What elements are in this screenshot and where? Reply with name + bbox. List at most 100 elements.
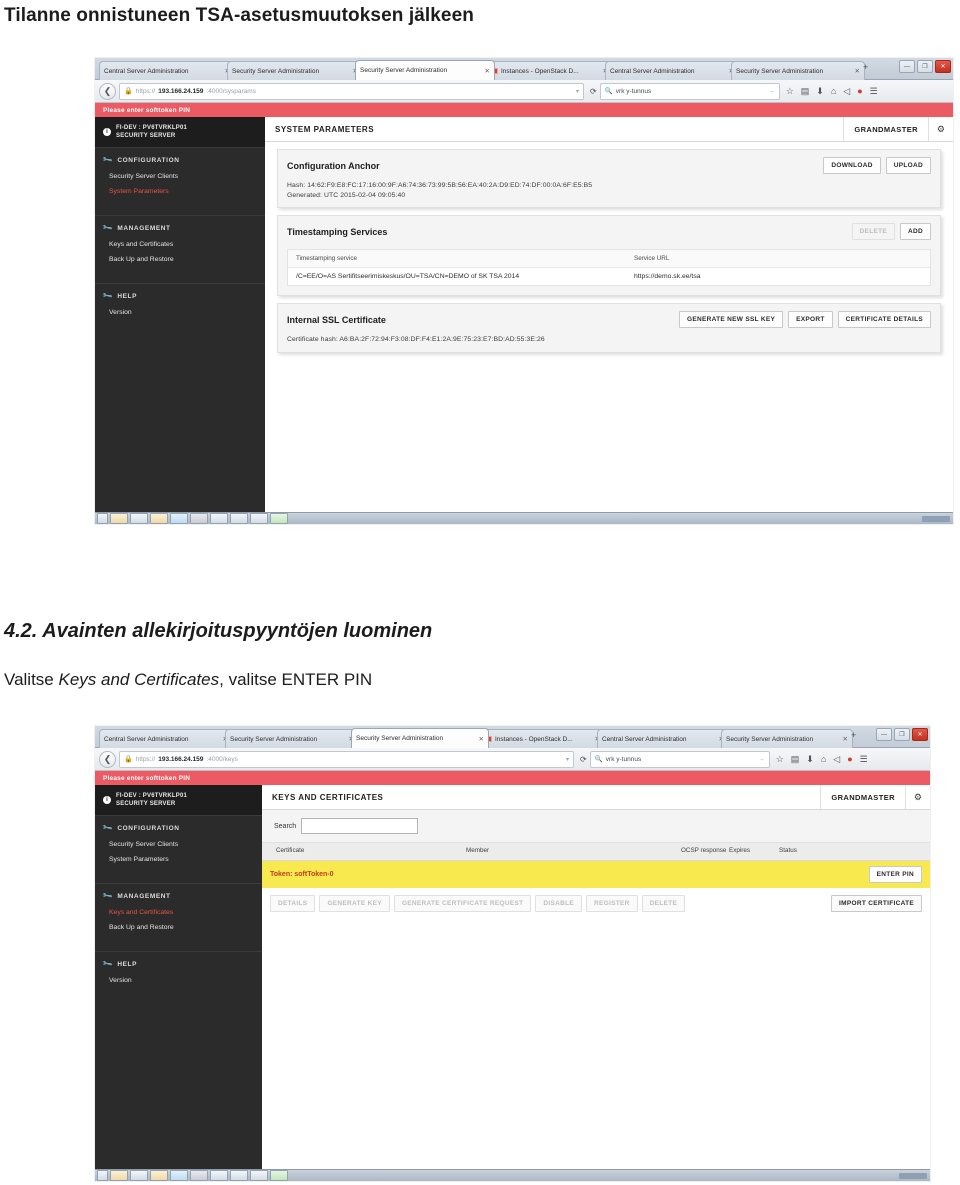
user-menu[interactable]: GRANDMASTER <box>820 785 905 809</box>
reload-icon[interactable]: ⟳ <box>577 755 590 764</box>
taskbar-item-icon[interactable] <box>110 1170 128 1181</box>
taskbar-item-icon[interactable] <box>210 513 228 524</box>
send-icon[interactable]: ◁ <box>843 86 850 97</box>
taskbar-item-icon[interactable] <box>270 513 288 524</box>
download-button[interactable]: DOWNLOAD <box>823 157 881 174</box>
back-button-icon[interactable]: ❮ <box>99 750 116 768</box>
sidebar-item-keys-and-certificates[interactable]: Keys and Certificates <box>95 905 262 920</box>
taskbar-item-icon[interactable] <box>230 513 248 524</box>
taskbar-item-icon[interactable] <box>150 1170 168 1181</box>
maximize-button[interactable]: ❐ <box>917 60 933 73</box>
search-input[interactable]: 🔍 vrk y-tunnus → <box>589 750 770 768</box>
taskbar-item-icon[interactable] <box>110 513 128 524</box>
generate-certificate-request-button[interactable]: GENERATE CERTIFICATE REQUEST <box>393 894 532 912</box>
browser-tab-3-active[interactable]: Security Server Administration ✕ <box>355 60 495 80</box>
generate-new-ssl-key-button[interactable]: GENERATE NEW SSL KEY <box>679 311 784 328</box>
browser-tab-4[interactable]: Instances - OpenStack D... ✕ <box>487 61 613 80</box>
sidebar-item-back-up-and-restore[interactable]: Back Up and Restore <box>95 252 265 267</box>
search-go-icon[interactable]: → <box>768 88 775 95</box>
enter-pin-button[interactable]: ENTER PIN <box>868 865 922 883</box>
reload-icon[interactable]: ⟳ <box>587 87 600 96</box>
url-address-bar[interactable]: 🔒 https:// 193.166.24.159 :4000/sysparam… <box>119 82 584 100</box>
url-dropdown-caret-icon[interactable]: ▾ <box>576 88 579 95</box>
certificate-details-button[interactable]: CERTIFICATE DETAILS <box>837 311 931 328</box>
register-button[interactable]: REGISTER <box>586 894 638 912</box>
taskbar-start-icon[interactable] <box>97 1170 108 1181</box>
sidebar-item-keys-and-certificates[interactable]: Keys and Certificates <box>95 237 265 252</box>
import-certificate-button[interactable]: IMPORT CERTIFICATE <box>831 894 922 912</box>
menu-icon[interactable]: ☰ <box>860 754 868 765</box>
taskbar-item-icon[interactable] <box>250 513 268 524</box>
tab-close-icon[interactable]: ✕ <box>482 67 490 75</box>
sidebar-item-system-parameters[interactable]: System Parameters <box>95 184 265 199</box>
sidebar-item-security-server-clients[interactable]: Security Server Clients <box>95 837 262 852</box>
export-button[interactable]: EXPORT <box>788 311 833 328</box>
back-button-icon[interactable]: ❮ <box>99 82 116 100</box>
menu-icon[interactable]: ☰ <box>870 86 878 97</box>
taskbar-item-icon[interactable] <box>190 1170 208 1181</box>
tab-close-icon[interactable]: ✕ <box>840 735 848 743</box>
gear-icon[interactable]: ⚙ <box>927 117 953 141</box>
details-button[interactable]: DETAILS <box>270 894 316 912</box>
taskbar-item-icon[interactable] <box>270 1170 288 1181</box>
minimize-button[interactable]: — <box>899 60 915 73</box>
minimize-button[interactable]: — <box>876 728 892 741</box>
browser-tab-1[interactable]: Central Server Administration ✕ <box>99 61 235 80</box>
browser-tab-1[interactable]: Central Server Administration ✕ <box>99 729 233 748</box>
delete-button[interactable]: DELETE <box>641 894 686 912</box>
sidebar-item-security-server-clients[interactable]: Security Server Clients <box>95 169 265 184</box>
browser-tab-2[interactable]: Security Server Administration ✕ <box>225 729 359 748</box>
sidebar-item-system-parameters[interactable]: System Parameters <box>95 852 262 867</box>
taskbar-start-icon[interactable] <box>97 513 108 524</box>
bookmark-star-icon[interactable]: ☆ <box>776 754 784 765</box>
pocket-icon[interactable]: ● <box>857 86 862 96</box>
search-go-icon[interactable]: → <box>758 756 765 763</box>
close-window-button[interactable]: ✕ <box>935 60 951 73</box>
taskbar-item-icon[interactable] <box>210 1170 228 1181</box>
taskbar-item-icon[interactable] <box>150 513 168 524</box>
url-address-bar[interactable]: 🔒 https:// 193.166.24.159 :4000/keys ▾ <box>119 750 574 768</box>
downloads-icon[interactable]: ⬇ <box>806 754 814 765</box>
delete-button[interactable]: DELETE <box>851 223 896 240</box>
disable-button[interactable]: DISABLE <box>535 894 583 912</box>
user-menu[interactable]: GRANDMASTER <box>843 117 928 141</box>
bookmark-star-icon[interactable]: ☆ <box>786 86 794 97</box>
url-dropdown-caret-icon[interactable]: ▾ <box>566 756 569 763</box>
generate-key-button[interactable]: GENERATE KEY <box>319 894 390 912</box>
taskbar-item-icon[interactable] <box>130 1170 148 1181</box>
keys-search-input[interactable] <box>301 818 419 834</box>
pocket-icon[interactable]: ● <box>847 754 852 764</box>
new-tab-button[interactable]: + <box>863 63 868 72</box>
browser-tab-5[interactable]: Central Server Administration ✕ <box>597 729 729 748</box>
downloads-icon[interactable]: ⬇ <box>816 86 824 97</box>
home-icon[interactable]: ⌂ <box>831 86 836 96</box>
send-icon[interactable]: ◁ <box>833 754 840 765</box>
taskbar-item-icon[interactable] <box>190 513 208 524</box>
browser-tab-5[interactable]: Central Server Administration ✕ <box>605 61 739 80</box>
sidebar-item-version[interactable]: Version <box>95 305 265 320</box>
sidebar-item-version[interactable]: Version <box>95 973 262 988</box>
sidebar-item-back-up-and-restore[interactable]: Back Up and Restore <box>95 920 262 935</box>
close-window-button[interactable]: ✕ <box>912 728 928 741</box>
taskbar-item-icon[interactable] <box>170 1170 188 1181</box>
maximize-button[interactable]: ❐ <box>894 728 910 741</box>
home-icon[interactable]: ⌂ <box>821 754 826 764</box>
upload-button[interactable]: UPLOAD <box>885 157 931 174</box>
taskbar-item-icon[interactable] <box>250 1170 268 1181</box>
search-input[interactable]: 🔍 vrk y-tunnus → <box>599 82 780 100</box>
browser-tab-4[interactable]: Instances - OpenStack D... ✕ <box>481 729 605 748</box>
browser-tab-3-active[interactable]: Security Server Administration ✕ <box>351 728 489 748</box>
gear-icon[interactable]: ⚙ <box>904 785 930 809</box>
taskbar-item-icon[interactable] <box>130 513 148 524</box>
browser-tab-6[interactable]: Security Server Administration ✕ <box>731 61 865 80</box>
browser-tab-6[interactable]: Security Server Administration ✕ <box>721 729 853 748</box>
add-button[interactable]: ADD <box>900 223 931 240</box>
tab-close-icon[interactable]: ✕ <box>852 67 860 75</box>
table-row[interactable]: /C=EE/O=AS Sertifitseerimiskeskus/OU=TSA… <box>288 268 930 285</box>
token-row[interactable]: Token: softToken-0 ENTER PIN <box>262 860 930 888</box>
reading-list-icon[interactable]: ▤ <box>791 754 800 765</box>
new-tab-button[interactable]: + <box>851 731 856 740</box>
tab-close-icon[interactable]: ✕ <box>476 735 484 743</box>
taskbar-item-icon[interactable] <box>230 1170 248 1181</box>
taskbar-item-icon[interactable] <box>170 513 188 524</box>
